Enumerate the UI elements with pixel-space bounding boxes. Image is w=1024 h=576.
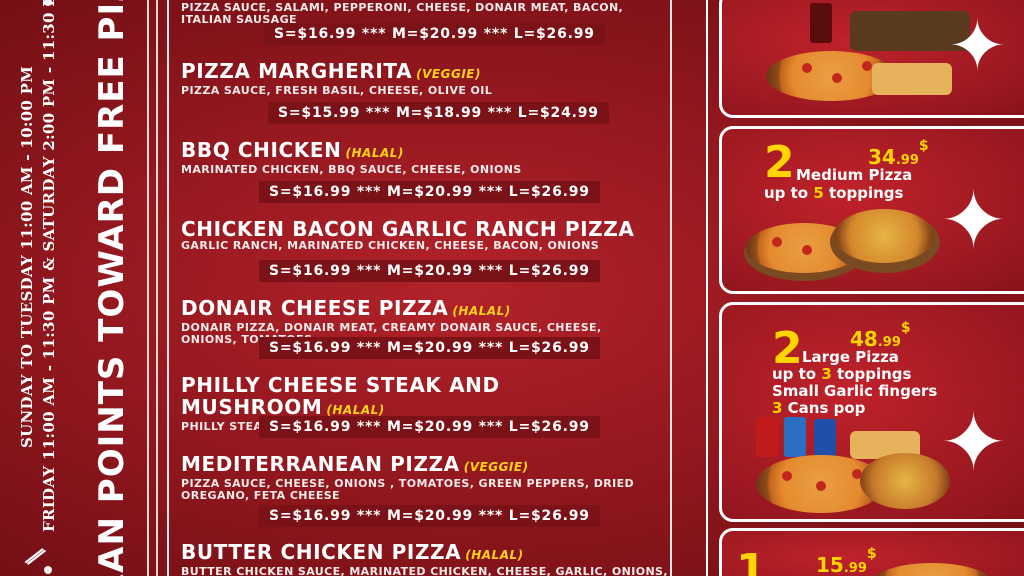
item-name: CHICKEN BACON GARLIC RANCH PIZZA (181, 217, 635, 241)
pizza-image (834, 209, 934, 263)
menu-item: MEDITERRANEAN PIZZA (VEGGIE) PIZZA SAUCE,… (181, 453, 671, 502)
menu-item: PIZZA MARGHERITA (VEGGIE) PIZZA SAUCE, FR… (181, 60, 671, 97)
item-tag: (HALAL) (326, 403, 385, 417)
price-currency: $ (918, 138, 929, 154)
hours-line-1: SUNDAY TO TUESDAY 11:00 AM - 10:00 PM (18, 65, 36, 448)
item-price: S=$16.99 *** M=$20.99 *** L=$26.99 (259, 416, 600, 438)
kid-mascot-icon: ✦ (940, 174, 1008, 267)
soda-bottle-image (810, 3, 832, 43)
item-description: MARINATED CHICKEN, BBQ SAUCE, CHEESE, ON… (181, 163, 522, 176)
item-price: S=$16.99 *** M=$20.99 *** L=$26.99 (259, 181, 600, 203)
pizza-image (860, 453, 950, 509)
deal-quantity: 2 (764, 137, 795, 188)
item-price: S=$16.99 *** M=$20.99 *** L=$26.99 (259, 260, 600, 282)
deal-card-large[interactable]: 2 48.99$ Large Pizza up to 3 toppings Sm… (719, 302, 1024, 522)
promo-text: RAN POINTS TOWARD FREE PIZ (92, 0, 132, 576)
coke-can-image (756, 417, 778, 457)
price-cents: .99 (843, 561, 867, 576)
price-currency: $ (866, 546, 877, 562)
left-banner: SUNDAY TO TUESDAY 11:00 AM - 10:00 PM FR… (0, 0, 150, 576)
item-name: PIZZA MARGHERITA (181, 59, 413, 83)
item-description: GARLIC RANCH, MARINATED CHICKEN, CHEESE,… (181, 239, 600, 252)
deal-line: up to 3 toppings (772, 365, 912, 383)
item-tag: (VEGGIE) (416, 67, 481, 81)
menu-item: CHICKEN BACON GARLIC RANCH PIZZA GARLIC … (181, 218, 671, 252)
item-tag: (HALAL) (465, 548, 524, 562)
price-main: 15 (816, 553, 844, 576)
kid-mascot-icon: ✦ (948, 5, 1007, 87)
item-tag: (HALAL) (452, 304, 511, 318)
item-name: DONAIR CHEESE PIZZA (181, 296, 449, 320)
kid-mascot-icon: ✦ (940, 396, 1008, 489)
hours-line-2: FRIDAY 11:00 AM - 11:30 PM & SATURDAY 2:… (40, 0, 58, 532)
deal-line: Small Garlic fingers (772, 382, 938, 400)
deal-line: up to 5 toppings (764, 184, 904, 202)
deal-price: 15.99$ (816, 546, 877, 576)
divider (706, 0, 708, 576)
item-description: PIZZA SAUCE, FRESH BASIL, CHEESE, OLIVE … (181, 84, 493, 97)
item-price: S=$16.99 *** M=$20.99 *** L=$26.99 (259, 505, 600, 527)
deal-card-single[interactable]: 1 15.99$ (719, 528, 1024, 576)
garlic-fingers-image (872, 63, 952, 95)
item-description: BUTTER CHICKEN SAUCE, MARINATED CHICKEN,… (181, 565, 668, 576)
deal-line: Medium Pizza (796, 166, 913, 184)
item-price: S=$16.99 *** M=$20.99 *** L=$26.99 (259, 337, 600, 359)
deal-line: 3 Cans pop (772, 399, 866, 417)
menu-item: BUTTER CHICKEN PIZZA (HALAL) BUTTER CHICK… (181, 541, 671, 576)
deal-line: Large Pizza (802, 348, 899, 366)
item-name: MEDITERRANEAN PIZZA (181, 452, 460, 476)
item-price: S=$16.99 *** M=$20.99 *** L=$26.99 (264, 23, 605, 45)
decor-slash-icon: // (21, 541, 44, 569)
fanta-can-image (814, 419, 836, 459)
deal-quantity: 1 (736, 545, 767, 576)
divider (147, 0, 149, 576)
deal-card-medium[interactable]: 2 34.99$ Medium Pizza up to 5 toppings ✦ (719, 126, 1024, 294)
deal-card-combo[interactable]: ✦ (719, 0, 1024, 118)
sprite-can-image (784, 417, 806, 457)
item-name: BBQ CHICKEN (181, 138, 342, 162)
item-name: BUTTER CHICKEN PIZZA (181, 540, 462, 564)
item-tag: (HALAL) (345, 146, 404, 160)
item-price: S=$15.99 *** M=$18.99 *** L=$24.99 (268, 102, 609, 124)
price-currency: $ (900, 320, 911, 336)
decor-dot (44, 566, 52, 574)
menu-item: BBQ CHICKEN (HALAL) MARINATED CHICKEN, BB… (181, 139, 671, 176)
item-description: PIZZA SAUCE, CHEESE, ONIONS , TOMATOES, … (181, 477, 635, 502)
divider (156, 0, 158, 576)
pizza-image (872, 563, 992, 576)
item-tag: (VEGGIE) (463, 460, 529, 474)
